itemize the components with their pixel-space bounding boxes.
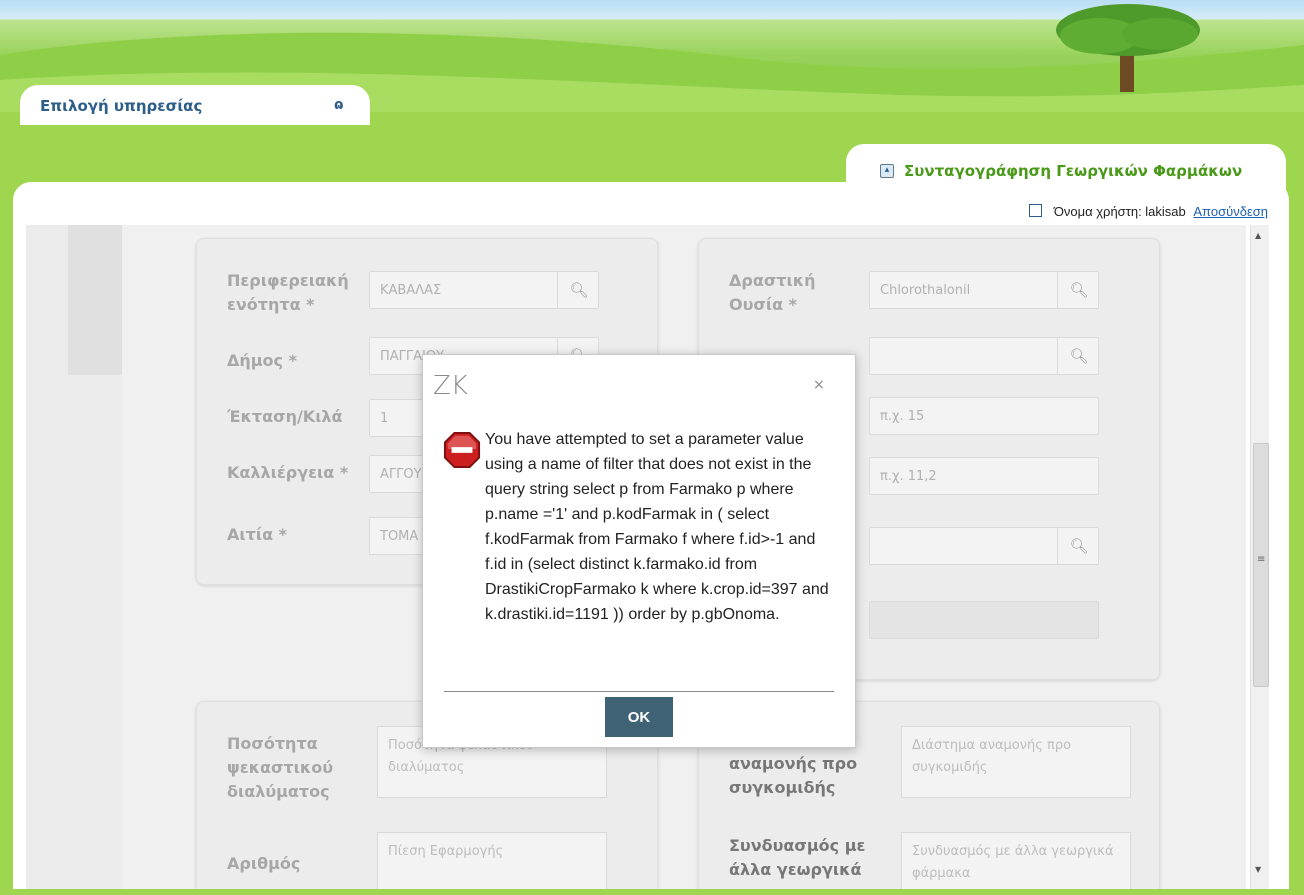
- field-label: Δραστική Ουσία *: [729, 271, 816, 314]
- error-message: You have attempted to set a parameter va…: [485, 431, 829, 623]
- search-icon[interactable]: 🔍︎: [557, 271, 600, 309]
- field-label: Ποσότητα ψεκαστικού διαλύματος: [227, 734, 334, 801]
- search-icon[interactable]: 🔍︎: [1057, 337, 1100, 375]
- dialog-title: ZK: [433, 371, 468, 401]
- close-icon[interactable]: ×: [813, 377, 825, 393]
- scroll-up-icon[interactable]: ▲: [1255, 231, 1261, 240]
- dose-placeholder: π.χ. 15: [880, 409, 925, 424]
- field-label: Έκταση/Κιλά: [227, 407, 343, 426]
- service-select-tab[interactable]: Επιλογή υπηρεσίας ɷ: [20, 85, 370, 125]
- logout-link[interactable]: Αποσύνδεση: [1193, 204, 1268, 219]
- error-dialog: ZK × You have attempted to set a paramet…: [422, 354, 856, 748]
- field-label: Περιφερειακή ενότητα *: [227, 271, 349, 314]
- bottom-edge: [0, 889, 1304, 895]
- field-label: Συνδυασμός με άλλα γεωργικά: [729, 836, 866, 879]
- service-select-label: Επιλογή υπηρεσίας: [40, 97, 203, 115]
- app-title: Συνταγογράφηση Γεωργικών Φαρμάκων: [904, 162, 1243, 180]
- scroll-thumb[interactable]: ≡: [1253, 443, 1269, 687]
- external-link-icon[interactable]: [1028, 204, 1042, 217]
- search-icon[interactable]: 🔍︎: [1057, 527, 1100, 565]
- scroll-down-icon[interactable]: ▼: [1255, 865, 1261, 874]
- search-icon[interactable]: 🔍︎: [1057, 271, 1100, 309]
- harvest-interval-textarea[interactable]: Διάστημα αναμονής προ συγκομιδής: [901, 726, 1131, 798]
- collapse-icon[interactable]: ▴: [880, 164, 894, 178]
- vertical-scrollbar[interactable]: ▲ ≡ ▼: [1250, 225, 1269, 889]
- field-label: αναμονής προ συγκομιδής: [729, 754, 858, 797]
- field-label: Καλλιέργεια *: [227, 463, 349, 482]
- service-select-icon[interactable]: ɷ: [334, 97, 344, 113]
- grip-icon: ≡: [1257, 554, 1266, 565]
- ok-button[interactable]: OK: [605, 697, 673, 737]
- field-label: Αιτία *: [227, 525, 287, 544]
- dose-input[interactable]: π.χ. 15: [869, 397, 1099, 435]
- pressure-textarea[interactable]: Πίεση Εφαρμογής: [377, 832, 607, 892]
- readonly-field: [869, 601, 1099, 639]
- dialog-divider: [444, 691, 834, 692]
- stop-sign-icon: [443, 431, 481, 469]
- quantity-placeholder: π.χ. 11,2: [880, 469, 937, 484]
- quantity-input[interactable]: π.χ. 11,2: [869, 457, 1099, 495]
- app-title-tab: ▴ Συνταγογράφηση Γεωργικών Φαρμάκων: [846, 144, 1286, 200]
- user-name-label: Όνομα χρήστη: lakisab: [1053, 204, 1186, 219]
- user-bar: Όνομα χρήστη: lakisab Αποσύνδεση: [1028, 203, 1268, 219]
- field-label: Αριθμός: [227, 854, 301, 873]
- left-rail: [68, 225, 124, 375]
- field-label: Δήμος *: [227, 351, 297, 370]
- combination-textarea[interactable]: Συνδυασμός με άλλα γεωργικά φάρμακα: [901, 832, 1131, 892]
